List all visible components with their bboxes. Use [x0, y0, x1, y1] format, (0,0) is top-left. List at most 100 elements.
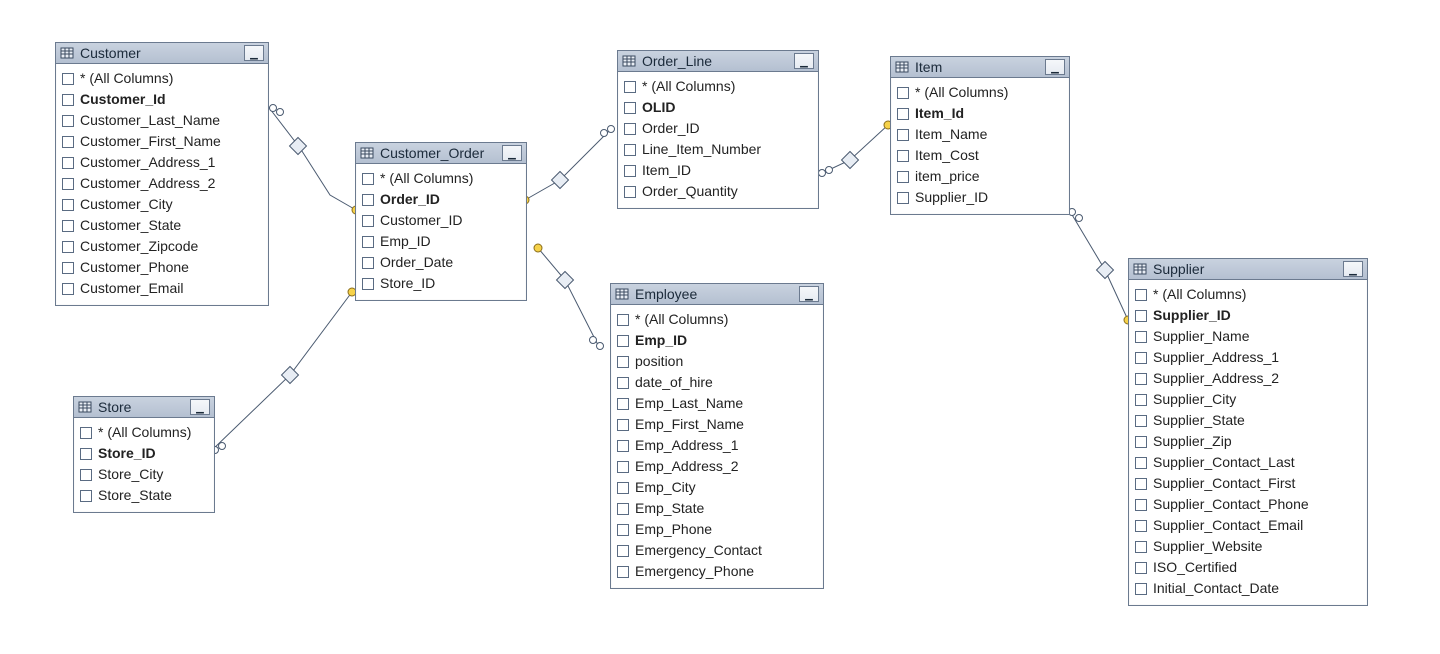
- column-checkbox[interactable]: [62, 157, 74, 169]
- column-checkbox[interactable]: [62, 199, 74, 211]
- column-supplier_zip[interactable]: Supplier_Zip: [1135, 431, 1361, 452]
- column-checkbox[interactable]: [617, 314, 629, 326]
- table-supplier[interactable]: Supplier▁* (All Columns)Supplier_IDSuppl…: [1128, 258, 1368, 606]
- column-checkbox[interactable]: [617, 398, 629, 410]
- column-checkbox[interactable]: [1135, 415, 1147, 427]
- column-date_of_hire[interactable]: date_of_hire: [617, 372, 817, 393]
- minimize-button[interactable]: ▁: [502, 145, 522, 161]
- table-item[interactable]: Item▁* (All Columns)Item_IdItem_NameItem…: [890, 56, 1070, 215]
- table-header[interactable]: Order_Line▁: [618, 51, 818, 72]
- minimize-button[interactable]: ▁: [244, 45, 264, 61]
- column-checkbox[interactable]: [617, 419, 629, 431]
- column-checkbox[interactable]: [897, 171, 909, 183]
- column-supplier_contact_last[interactable]: Supplier_Contact_Last: [1135, 452, 1361, 473]
- column-initial_contact_date[interactable]: Initial_Contact_Date: [1135, 578, 1361, 599]
- table-employee[interactable]: Employee▁* (All Columns)Emp_IDpositionda…: [610, 283, 824, 589]
- column-order_date[interactable]: Order_Date: [362, 252, 520, 273]
- column-checkbox[interactable]: [624, 144, 636, 156]
- column-checkbox[interactable]: [362, 236, 374, 248]
- column-checkbox[interactable]: [1135, 331, 1147, 343]
- column-checkbox[interactable]: [80, 490, 92, 502]
- column-supplier_contact_first[interactable]: Supplier_Contact_First: [1135, 473, 1361, 494]
- column-checkbox[interactable]: [62, 178, 74, 190]
- column-checkbox[interactable]: [62, 136, 74, 148]
- column-supplier_name[interactable]: Supplier_Name: [1135, 326, 1361, 347]
- column-item_id[interactable]: Item_Id: [897, 103, 1063, 124]
- column-emp_state[interactable]: Emp_State: [617, 498, 817, 519]
- column-customer_city[interactable]: Customer_City: [62, 194, 262, 215]
- column-customer_email[interactable]: Customer_Email: [62, 278, 262, 299]
- column-supplier_address_1[interactable]: Supplier_Address_1: [1135, 347, 1361, 368]
- column-all[interactable]: * (All Columns): [624, 76, 812, 97]
- column-checkbox[interactable]: [80, 448, 92, 460]
- column-checkbox[interactable]: [1135, 562, 1147, 574]
- column-checkbox[interactable]: [617, 440, 629, 452]
- column-iso_certified[interactable]: ISO_Certified: [1135, 557, 1361, 578]
- column-all[interactable]: * (All Columns): [617, 309, 817, 330]
- column-customer_first_name[interactable]: Customer_First_Name: [62, 131, 262, 152]
- column-checkbox[interactable]: [617, 545, 629, 557]
- column-emp_last_name[interactable]: Emp_Last_Name: [617, 393, 817, 414]
- column-customer_state[interactable]: Customer_State: [62, 215, 262, 236]
- table-header[interactable]: Customer▁: [56, 43, 268, 64]
- column-all[interactable]: * (All Columns): [1135, 284, 1361, 305]
- column-emergency_phone[interactable]: Emergency_Phone: [617, 561, 817, 582]
- column-customer_phone[interactable]: Customer_Phone: [62, 257, 262, 278]
- column-checkbox[interactable]: [362, 173, 374, 185]
- column-supplier_website[interactable]: Supplier_Website: [1135, 536, 1361, 557]
- column-checkbox[interactable]: [1135, 583, 1147, 595]
- column-supplier_id[interactable]: Supplier_ID: [897, 187, 1063, 208]
- column-customer_address_2[interactable]: Customer_Address_2: [62, 173, 262, 194]
- column-emp_address_2[interactable]: Emp_Address_2: [617, 456, 817, 477]
- column-store_state[interactable]: Store_State: [80, 485, 208, 506]
- column-checkbox[interactable]: [897, 192, 909, 204]
- minimize-button[interactable]: ▁: [794, 53, 814, 69]
- column-emp_phone[interactable]: Emp_Phone: [617, 519, 817, 540]
- column-checkbox[interactable]: [624, 102, 636, 114]
- table-header[interactable]: Item▁: [891, 57, 1069, 78]
- column-order_quantity[interactable]: Order_Quantity: [624, 181, 812, 202]
- column-checkbox[interactable]: [362, 215, 374, 227]
- table-header[interactable]: Supplier▁: [1129, 259, 1367, 280]
- column-store_id[interactable]: Store_ID: [80, 443, 208, 464]
- column-emergency_contact[interactable]: Emergency_Contact: [617, 540, 817, 561]
- column-checkbox[interactable]: [362, 194, 374, 206]
- column-item_price[interactable]: item_price: [897, 166, 1063, 187]
- table-header[interactable]: Customer_Order▁: [356, 143, 526, 164]
- column-order_id[interactable]: Order_ID: [624, 118, 812, 139]
- column-checkbox[interactable]: [1135, 541, 1147, 553]
- minimize-button[interactable]: ▁: [1343, 261, 1363, 277]
- column-supplier_contact_email[interactable]: Supplier_Contact_Email: [1135, 515, 1361, 536]
- column-supplier_city[interactable]: Supplier_City: [1135, 389, 1361, 410]
- column-checkbox[interactable]: [1135, 436, 1147, 448]
- column-emp_first_name[interactable]: Emp_First_Name: [617, 414, 817, 435]
- column-checkbox[interactable]: [80, 469, 92, 481]
- column-checkbox[interactable]: [1135, 352, 1147, 364]
- table-order_line[interactable]: Order_Line▁ * (All Columns)OLIDOrder_IDLi…: [617, 50, 819, 209]
- column-checkbox[interactable]: [624, 81, 636, 93]
- column-supplier_address_2[interactable]: Supplier_Address_2: [1135, 368, 1361, 389]
- column-checkbox[interactable]: [617, 377, 629, 389]
- column-checkbox[interactable]: [62, 262, 74, 274]
- minimize-button[interactable]: ▁: [190, 399, 210, 415]
- column-checkbox[interactable]: [1135, 499, 1147, 511]
- column-checkbox[interactable]: [1135, 394, 1147, 406]
- table-customer_order[interactable]: Customer_Order▁* (All Columns)Order_IDCu…: [355, 142, 527, 301]
- column-line_item_number[interactable]: Line_Item_Number: [624, 139, 812, 160]
- column-checkbox[interactable]: [624, 123, 636, 135]
- column-checkbox[interactable]: [362, 257, 374, 269]
- column-checkbox[interactable]: [617, 356, 629, 368]
- column-all[interactable]: * (All Columns): [62, 68, 262, 89]
- column-checkbox[interactable]: [1135, 373, 1147, 385]
- column-customer_id[interactable]: Customer_ID: [362, 210, 520, 231]
- column-olid[interactable]: OLID: [624, 97, 812, 118]
- column-checkbox[interactable]: [617, 461, 629, 473]
- column-checkbox[interactable]: [62, 220, 74, 232]
- table-customer[interactable]: Customer▁* (All Columns)Customer_IdCusto…: [55, 42, 269, 306]
- column-checkbox[interactable]: [617, 482, 629, 494]
- column-customer_address_1[interactable]: Customer_Address_1: [62, 152, 262, 173]
- column-checkbox[interactable]: [897, 150, 909, 162]
- column-checkbox[interactable]: [62, 115, 74, 127]
- column-emp_id[interactable]: Emp_ID: [617, 330, 817, 351]
- column-checkbox[interactable]: [1135, 289, 1147, 301]
